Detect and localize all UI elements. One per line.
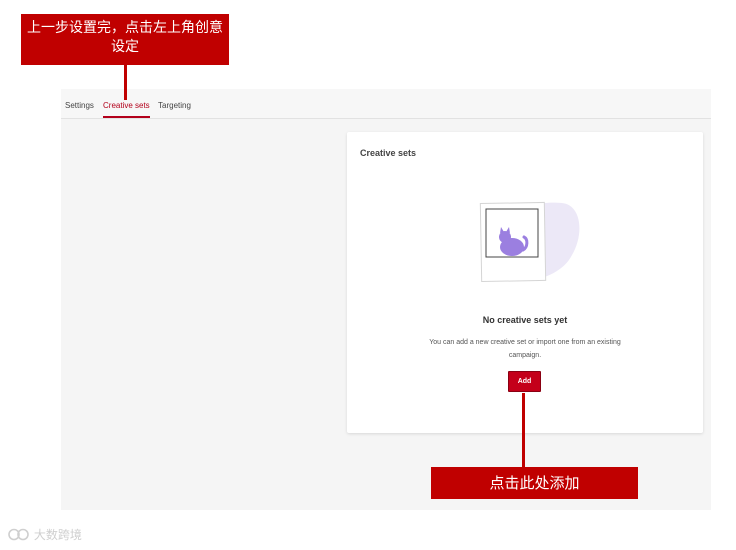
tab-targeting[interactable]: Targeting (158, 101, 191, 110)
tab-creative-sets[interactable]: Creative sets (103, 101, 150, 110)
annotation-callout-top: 上一步设置完，点击左上角创意设定 (21, 14, 229, 65)
tab-bar: Settings Creative sets Targeting (61, 89, 711, 119)
empty-state-description: You can add a new creative set or import… (429, 339, 621, 359)
watermark-text: 大数跨境 (33, 528, 82, 542)
app-panel: Settings Creative sets Targeting Creativ… (61, 89, 711, 510)
add-button[interactable]: Add (508, 371, 541, 392)
watermark: 大数跨境 (8, 526, 82, 543)
cat-photo-illustration (479, 201, 580, 283)
card-title: Creative sets (360, 148, 417, 158)
creative-sets-card: Creative sets No creative sets yet You c… (347, 132, 703, 433)
annotation-pointer-bottom (522, 393, 525, 467)
tab-settings[interactable]: Settings (65, 101, 94, 110)
logo-icon (8, 528, 29, 541)
active-tab-indicator (103, 116, 150, 118)
empty-state-title: No creative sets yet (482, 315, 568, 325)
annotation-pointer-top (124, 65, 127, 100)
annotation-callout-bottom: 点击此处添加 (431, 467, 638, 499)
